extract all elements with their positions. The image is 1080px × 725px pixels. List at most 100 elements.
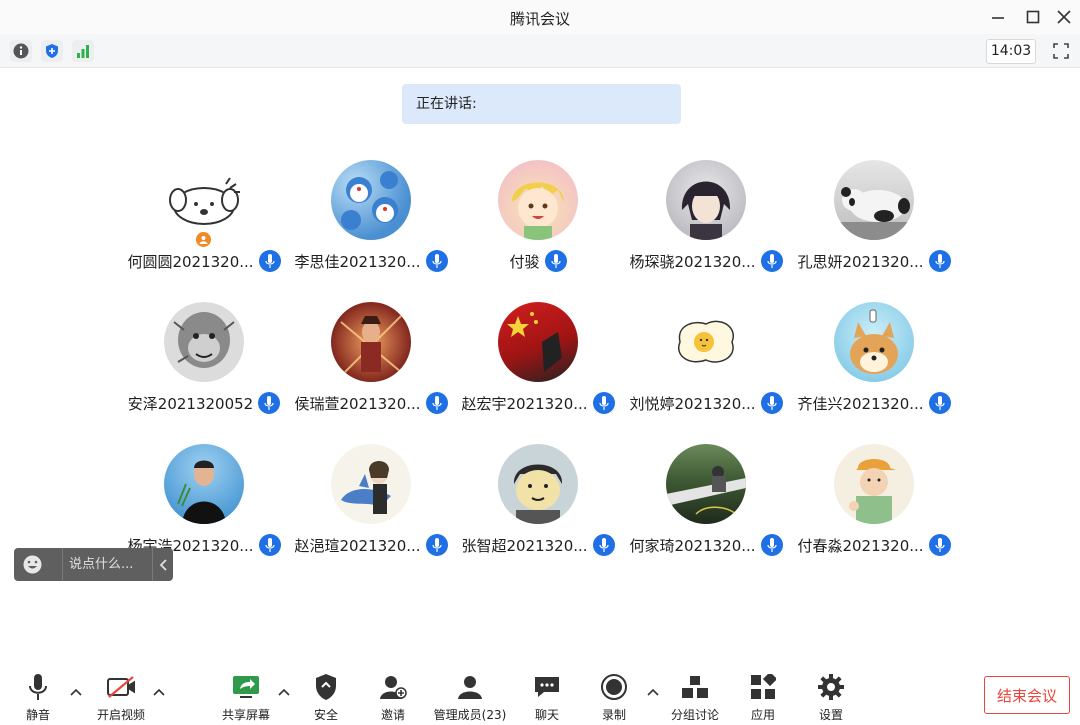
shiba-avatar-icon	[850, 309, 898, 374]
participant-tile[interactable]: 李思佳2021320...	[287, 160, 455, 290]
record-button[interactable]: 录制	[599, 673, 629, 723]
breakout-rooms-button[interactable]: 分组讨论	[669, 673, 721, 723]
apps-icon	[751, 674, 776, 699]
invite-label: 邀请	[380, 708, 405, 722]
collapse-chat-button[interactable]	[152, 548, 174, 581]
doraemon-avatar-icon	[341, 171, 398, 230]
mic-icon	[592, 534, 615, 556]
participant-tile[interactable]: 何家琦2021320...	[622, 444, 790, 574]
participant-name-row: 李思佳2021320...	[287, 248, 455, 274]
avatar	[331, 160, 411, 240]
participant-name: 付春淼2021320...	[797, 536, 924, 555]
participant-tile[interactable]: 赵宏宇2021320...	[454, 302, 622, 432]
mute-button[interactable]: 静音	[23, 673, 53, 723]
participant-name-row: 刘悦婷2021320...	[622, 390, 790, 416]
participant-tile[interactable]: 付骏	[454, 160, 622, 290]
chat-icon	[535, 677, 559, 697]
participant-name-row: 孔思妍2021320...	[790, 248, 958, 274]
minimize-icon	[992, 17, 1004, 19]
mute-label: 静音	[25, 708, 50, 722]
shark-girl-avatar-icon	[341, 461, 391, 514]
emoji-button[interactable]	[22, 554, 43, 575]
chat-button[interactable]: 聊天	[532, 673, 562, 723]
security-button[interactable]: 安全	[311, 673, 341, 723]
participant-name-row: 张智超2021320...	[454, 532, 622, 558]
encryption-button[interactable]	[41, 40, 63, 62]
participant-tile[interactable]: 安泽2021320052	[120, 302, 288, 432]
participant-name: 何圆圆2021320...	[127, 252, 254, 271]
apps-button[interactable]: 应用	[748, 673, 778, 723]
participant-tile[interactable]: 张智超2021320...	[454, 444, 622, 574]
window-title: 腾讯会议	[509, 10, 570, 28]
anime-boy-avatar-icon	[512, 182, 564, 240]
avatar	[834, 160, 914, 240]
participant-name-row: 赵浥瑄2021320...	[287, 532, 455, 558]
meeting-info-button[interactable]	[10, 40, 32, 62]
participant-name-row: 何圆圆2021320...	[120, 248, 288, 274]
maximize-button[interactable]	[1021, 6, 1045, 28]
chat-widget: 说点什么...	[14, 548, 173, 581]
participant-name-row: 赵宏宇2021320...	[454, 390, 622, 416]
shield-icon	[316, 674, 336, 700]
participant-tile[interactable]: 杨琛骁2021320...	[622, 160, 790, 290]
avatar	[834, 444, 914, 524]
mic-icon	[928, 250, 951, 272]
chevron-up-icon[interactable]	[647, 687, 659, 697]
record-icon	[601, 674, 627, 700]
invite-button[interactable]: 邀请	[378, 673, 408, 723]
end-meeting-button[interactable]: 结束会议	[984, 676, 1070, 714]
participant-tile[interactable]: 何圆圆2021320...	[120, 160, 288, 290]
avatar	[498, 302, 578, 382]
chevron-up-icon[interactable]	[70, 687, 82, 697]
close-icon	[1057, 10, 1071, 24]
members-icon	[458, 676, 482, 699]
manage-members-label: 管理成员(23)	[433, 708, 507, 722]
breakout-rooms-label: 分组讨论	[670, 708, 719, 722]
start-video-button[interactable]: 开启视频	[92, 673, 150, 723]
share-screen-button[interactable]: 共享屏幕	[220, 673, 272, 723]
close-button[interactable]	[1052, 6, 1076, 28]
participant-tile[interactable]: 付春淼2021320...	[790, 444, 958, 574]
participant-tile[interactable]: 刘悦婷2021320...	[622, 302, 790, 432]
avatar	[498, 160, 578, 240]
info-icon	[13, 43, 29, 59]
participant-name: 李思佳2021320...	[294, 252, 421, 271]
host-badge	[196, 232, 211, 247]
fullscreen-button[interactable]	[1050, 40, 1072, 62]
title-bar: 腾讯会议	[0, 0, 1080, 34]
fullscreen-icon	[1053, 43, 1069, 59]
participant-name-row: 侯瑞萱2021320...	[287, 390, 455, 416]
cartoon-man-avatar-icon	[513, 464, 563, 524]
participant-tile[interactable]: 侯瑞萱2021320...	[287, 302, 455, 432]
minimize-button[interactable]	[986, 6, 1010, 28]
breakout-icon	[682, 676, 708, 698]
anime-portrait-avatar-icon	[681, 181, 731, 240]
chat-label: 聊天	[534, 708, 559, 722]
participant-name: 张智超2021320...	[461, 536, 588, 555]
chevron-up-icon[interactable]	[278, 687, 290, 697]
video-off-icon	[107, 676, 135, 698]
start-video-label: 开启视频	[96, 708, 145, 722]
settings-button[interactable]: 设置	[816, 673, 846, 723]
share-screen-icon	[233, 676, 259, 698]
fried-egg-avatar-icon	[677, 320, 735, 363]
participant-tile[interactable]: 孔思妍2021320...	[790, 160, 958, 290]
participant-tile[interactable]: 齐佳兴2021320...	[790, 302, 958, 432]
warrior-avatar-icon	[340, 315, 402, 373]
participant-name: 刘悦婷2021320...	[629, 394, 756, 413]
chevron-up-icon[interactable]	[153, 687, 165, 697]
chat-input[interactable]: 说点什么...	[62, 548, 151, 581]
mic-icon	[544, 250, 567, 272]
participant-name: 齐佳兴2021320...	[797, 394, 924, 413]
network-quality-button[interactable]	[72, 40, 94, 62]
participant-name-row: 付骏	[454, 248, 622, 274]
manage-members-button[interactable]: 管理成员(23)	[432, 673, 508, 723]
participant-name: 何家琦2021320...	[629, 536, 756, 555]
mic-icon	[258, 392, 281, 414]
panda-avatar-icon	[834, 187, 914, 240]
mic-icon	[760, 250, 783, 272]
participant-tile[interactable]: 赵浥瑄2021320...	[287, 444, 455, 574]
maximize-icon	[1026, 10, 1040, 24]
meeting-toolbar: 静音 开启视频 共享屏幕 安全 邀请 管理成员(23) 聊天 录制 分组讨论 应…	[0, 665, 1080, 725]
mic-icon	[928, 534, 951, 556]
